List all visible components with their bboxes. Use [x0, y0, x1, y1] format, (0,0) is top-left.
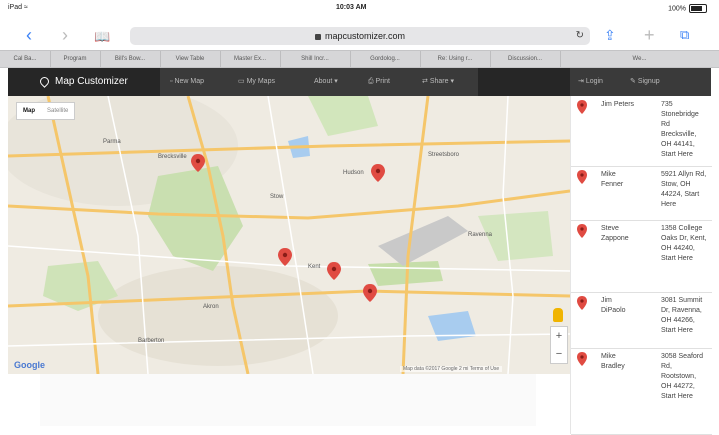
battery-area: 100%	[668, 4, 707, 13]
ios-status-bar: iPad ≈ 10:03 AM 100%	[0, 0, 719, 20]
menu-about[interactable]: About ▾	[314, 68, 338, 96]
forward-icon[interactable]: ›	[62, 26, 68, 44]
signup-link[interactable]: ✎ Signup	[630, 68, 660, 96]
main-menu: ▫ New Map ▭ My Maps About ▾ ⎙ Print ⇄ Sh…	[160, 68, 478, 96]
menu-share[interactable]: ⇄ Share ▾	[422, 68, 454, 96]
location-name: Jim Peters	[601, 101, 635, 108]
zoom-control: + −	[550, 326, 568, 364]
map-marker-icon	[577, 296, 587, 310]
browser-toolbar: ‹ › 📖 mapcustomizer.com ↻ ⇪ + ⧉	[0, 20, 719, 50]
map-marker-icon	[577, 170, 587, 184]
location-address: 3081 Summit Dr, Ravenna, OH 44266, Start…	[661, 297, 703, 334]
map-marker-icon	[577, 352, 587, 366]
brand-name: Map Customizer	[55, 76, 128, 87]
battery-percent: 100%	[668, 5, 686, 13]
location-list: Jim Peters 735 Stonebridge Rd Brecksville…	[570, 96, 712, 435]
map-label-stow: Stow	[270, 194, 284, 200]
browser-tab[interactable]: Discussion...	[490, 51, 561, 67]
menu-print-label: Print	[375, 78, 390, 85]
location-name: Mike Fenner	[601, 171, 624, 188]
menu-print[interactable]: ⎙ Print	[368, 68, 390, 96]
tab-strip: Cal Ba... Program Bill's Bow... View Table M…	[0, 50, 719, 68]
browser-tab[interactable]: Cal Ba...	[0, 51, 51, 67]
browser-tab[interactable]: Gordolog...	[350, 51, 421, 67]
map-label-ravenna: Ravenna	[468, 232, 493, 238]
map-canvas[interactable]: Parma Brecksville Stow Kent Akron Hudson…	[8, 96, 570, 374]
google-logo: Google	[14, 360, 45, 370]
map-pin-logo-icon	[38, 74, 51, 88]
location-row[interactable]: Steve Zappone 1358 College Oaks Dr, Kent,…	[571, 220, 712, 293]
signup-label: Signup	[637, 78, 660, 85]
location-address: 1358 College Oaks Dr, Kent, OH 44240, St…	[661, 225, 707, 262]
browser-tab[interactable]: Re: Using r...	[420, 51, 491, 67]
location-address: 3058 Seaford Rd, Rootstown, OH 44272, St…	[661, 353, 704, 400]
new-tab-icon[interactable]: +	[644, 26, 655, 44]
login-link[interactable]: ⇥ Login	[578, 68, 603, 96]
browser-tab[interactable]: Master Ex...	[220, 51, 281, 67]
map-label-streetsboro: Streetsboro	[428, 152, 460, 158]
account-menu: ⇥ Login ✎ Signup	[570, 68, 711, 96]
location-name: Steve Zappone	[601, 225, 629, 242]
map-label-kent: Kent	[308, 264, 321, 270]
url-text: mapcustomizer.com	[324, 31, 406, 41]
clock: 10:03 AM	[336, 4, 367, 11]
battery-icon	[689, 4, 707, 13]
map-type-map-button[interactable]: Map	[17, 103, 41, 119]
menu-new-map-label: New Map	[174, 78, 205, 85]
map-label-parma: Parma	[103, 139, 121, 145]
tabs-icon[interactable]: ⧉	[680, 26, 689, 44]
street-view-pegman-icon[interactable]	[553, 308, 563, 322]
reload-icon[interactable]: ↻	[576, 27, 584, 45]
map-type-satellite-button[interactable]: Satellite	[41, 103, 74, 119]
location-row[interactable]: Jim DiPaolo 3081 Summit Dr, Ravenna, OH 4…	[571, 292, 712, 349]
menu-share-label: Share	[429, 78, 449, 85]
location-row[interactable]: Jim Peters 735 Stonebridge Rd Brecksville…	[571, 96, 712, 167]
browser-tab[interactable]: Shill Incr...	[280, 51, 351, 67]
map-attribution: Map data ©2017 Google 2 mi Terms of Use	[400, 366, 503, 372]
location-address: 735 Stonebridge Rd Brecksville, OH 44141…	[661, 101, 699, 158]
location-row[interactable]: Mike Bradley 3058 Seaford Rd, Rootstown, …	[571, 348, 712, 435]
browser-tab[interactable]: We...	[560, 51, 719, 67]
address-bar[interactable]: mapcustomizer.com ↻	[130, 27, 590, 45]
browser-tab[interactable]: View Table	[160, 51, 221, 67]
map-type-control: Map Satellite	[16, 102, 76, 120]
bookmarks-icon[interactable]: 📖	[94, 28, 110, 46]
map-label-barberton: Barberton	[138, 338, 164, 344]
location-name: Jim DiPaolo	[601, 297, 626, 314]
map-marker-icon	[577, 224, 587, 238]
below-map-area	[40, 374, 536, 426]
app-navbar: Map Customizer ▫ New Map ▭ My Maps About…	[8, 68, 711, 96]
menu-new-map[interactable]: ▫ New Map	[170, 68, 204, 96]
back-icon[interactable]: ‹	[26, 26, 32, 44]
menu-my-maps[interactable]: ▭ My Maps	[238, 68, 275, 96]
location-name: Mike Bradley	[601, 353, 625, 370]
login-label: Login	[585, 78, 603, 85]
browser-tab[interactable]: Bill's Bow...	[100, 51, 161, 67]
map-label-akron: Akron	[203, 304, 219, 310]
menu-my-maps-label: My Maps	[246, 78, 275, 85]
map-tiles: Parma Brecksville Stow Kent Akron Hudson…	[8, 96, 570, 374]
location-address: 5921 Allyn Rd, Stow, OH 44224, Start Her…	[661, 171, 707, 208]
location-row[interactable]: Mike Fenner 5921 Allyn Rd, Stow, OH 44224…	[571, 166, 712, 221]
map-label-brecksville: Brecksville	[158, 154, 187, 160]
browser-tab[interactable]: Program	[50, 51, 101, 67]
lock-icon	[314, 33, 321, 40]
share-icon[interactable]: ⇪	[604, 26, 616, 44]
brand-link[interactable]: Map Customizer	[8, 68, 154, 96]
zoom-in-button[interactable]: +	[551, 327, 567, 345]
menu-about-label: About	[314, 78, 333, 85]
zoom-out-button[interactable]: −	[551, 345, 567, 363]
carrier: iPad ≈	[8, 4, 28, 11]
map-marker-icon	[577, 100, 587, 114]
map-label-hudson: Hudson	[343, 170, 364, 176]
